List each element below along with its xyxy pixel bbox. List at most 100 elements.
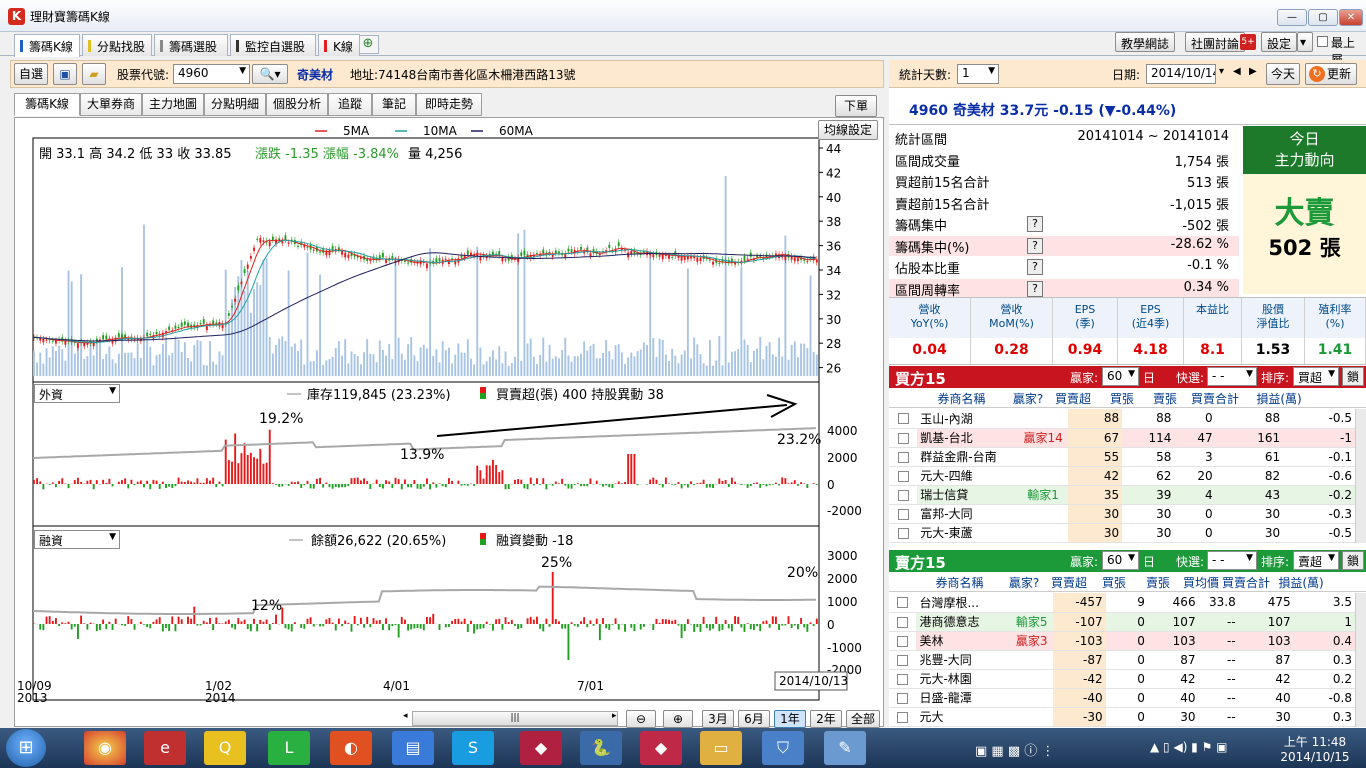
row-checkbox-cell[interactable] — [889, 504, 918, 524]
today-button[interactable]: 今天 — [1266, 63, 1300, 85]
lock-button[interactable]: 鎖 — [1342, 367, 1364, 386]
sort-select[interactable]: 賣超 ▼ — [1293, 551, 1339, 570]
row-checkbox-cell[interactable] — [889, 612, 917, 632]
column-header[interactable]: 買賣合計 — [1184, 390, 1246, 407]
row-checkbox[interactable] — [897, 673, 909, 685]
row-checkbox[interactable] — [897, 470, 909, 482]
quick-select[interactable]: - - ▼ — [1207, 367, 1257, 386]
prev-date-icon[interactable]: ◀ — [1233, 66, 1241, 77]
row-checkbox[interactable] — [897, 508, 909, 520]
sell-scrollbar[interactable] — [1355, 593, 1366, 727]
help-icon[interactable]: ? — [1027, 237, 1043, 254]
column-header[interactable]: 買賣合計 — [1220, 574, 1272, 591]
main-tab[interactable]: K線 — [318, 34, 360, 56]
main-tab[interactable]: 分點找股 — [82, 34, 152, 56]
monitor-icon[interactable]: ▤ — [392, 731, 434, 765]
row-checkbox-cell[interactable] — [889, 593, 917, 613]
scroll-right-icon[interactable]: ▸ — [612, 711, 617, 721]
range-button[interactable]: 3月 — [702, 710, 734, 728]
sub-tab[interactable]: 追蹤 — [328, 93, 372, 116]
column-header[interactable]: 買張 — [1094, 574, 1134, 591]
add-tab-icon[interactable]: ⊕ — [357, 35, 379, 54]
sub-tab[interactable]: 個股分析 — [266, 93, 328, 116]
table-row[interactable]: 元大 -30 0 30 -- 30 0.3 — [889, 707, 1355, 727]
folder-icon[interactable]: ▰ — [82, 63, 106, 85]
column-header[interactable]: 贏家? — [1008, 390, 1048, 407]
row-checkbox[interactable] — [897, 489, 909, 501]
minimize-button[interactable]: — — [1277, 9, 1307, 26]
column-header[interactable]: 損益(萬) — [1272, 574, 1330, 591]
zoom-in-icon[interactable]: ⊕ — [663, 710, 693, 728]
row-checkbox[interactable] — [897, 432, 909, 444]
start-button-icon[interactable]: ⊞ — [6, 729, 46, 767]
row-checkbox-cell[interactable] — [889, 523, 918, 543]
table-row[interactable]: 台灣摩根... -457 9 466 33.8 475 3.5 — [889, 593, 1355, 613]
lock-button[interactable]: 鎖 — [1342, 551, 1364, 570]
maximize-button[interactable]: ▢ — [1308, 9, 1338, 26]
row-checkbox-cell[interactable] — [889, 669, 917, 689]
sub-tab[interactable]: 籌碼K線 — [14, 93, 80, 116]
help-icon[interactable]: ? — [1027, 280, 1043, 297]
sub-tab[interactable]: 筆記 — [372, 93, 416, 116]
column-header[interactable]: 贏家? — [1004, 574, 1044, 591]
row-checkbox[interactable] — [897, 711, 909, 723]
ruby-icon[interactable]: ◆ — [520, 731, 562, 765]
sub-tab[interactable]: 分點明細 — [204, 93, 266, 116]
table-row[interactable]: 元大-東蘆 30 30 0 30 -0.5 — [889, 523, 1355, 543]
row-checkbox-cell[interactable] — [889, 485, 918, 505]
row-checkbox-cell[interactable] — [889, 688, 917, 708]
python-icon[interactable]: 🐍 — [580, 731, 622, 765]
column-header[interactable]: 買賣超 — [1048, 390, 1098, 407]
table-row[interactable]: 元大-林園 -42 0 42 -- 42 0.2 — [889, 669, 1355, 689]
winner-select[interactable]: 60 ▼ — [1102, 551, 1139, 570]
zoom-out-icon[interactable]: ⊖ — [626, 710, 656, 728]
sub-tab[interactable]: 大單券商 — [80, 93, 142, 116]
ruby-icon-2[interactable]: ◆ — [640, 731, 682, 765]
buy-scrollbar[interactable] — [1355, 409, 1366, 543]
date-input[interactable]: 2014/10/14 — [1146, 64, 1216, 84]
quick-select[interactable]: - - ▼ — [1207, 551, 1257, 570]
row-checkbox[interactable] — [897, 527, 909, 539]
row-checkbox[interactable] — [897, 616, 909, 628]
row-checkbox-cell[interactable] — [889, 707, 917, 727]
help-icon[interactable]: ? — [1027, 259, 1043, 275]
table-row[interactable]: 玉山-內湖 88 88 0 88 -0.5 — [889, 409, 1355, 429]
tray-icons[interactable]: ▣ ▦ ▩ ⓘ ⋮ — [975, 740, 1054, 759]
forum-button[interactable]: 教學網誌 — [1115, 32, 1176, 52]
days-select[interactable]: 1 ▼ — [957, 64, 999, 84]
foreign-selector[interactable]: 外資 ▼ — [34, 384, 120, 403]
sub-tab[interactable]: 主力地圖 — [142, 93, 204, 116]
column-header[interactable]: 買賣超 — [1044, 574, 1094, 591]
table-row[interactable]: 凱基-台北 贏家14 67 114 47 161 -1 — [889, 428, 1355, 448]
row-checkbox[interactable] — [897, 692, 909, 704]
save-icon[interactable]: ▣ — [53, 63, 77, 85]
folder-taskbar-icon[interactable]: ▭ — [700, 731, 742, 765]
skype-icon[interactable]: S — [452, 731, 494, 765]
column-header[interactable]: 損益(萬) — [1246, 390, 1312, 407]
row-checkbox[interactable] — [897, 451, 909, 463]
table-row[interactable]: 美林 贏家3 -103 0 103 -- 103 0.4 — [889, 631, 1355, 651]
shield-icon[interactable]: ⛉ — [762, 731, 804, 765]
topmost-checkbox[interactable] — [1317, 36, 1328, 47]
main-tab[interactable]: 籌碼K線 — [14, 34, 80, 57]
watchlist-button[interactable]: 自選 — [14, 63, 48, 85]
help-icon[interactable]: ? — [1027, 216, 1043, 232]
row-checkbox-cell[interactable] — [889, 428, 918, 448]
line-icon[interactable]: L — [268, 731, 310, 765]
paint-icon[interactable]: ✎ — [824, 731, 866, 765]
settings-button[interactable]: 設定 — [1261, 32, 1298, 52]
order-button[interactable]: 下單 — [835, 95, 877, 117]
row-checkbox-cell[interactable] — [889, 447, 918, 467]
margin-selector[interactable]: 融資 ▼ — [34, 530, 120, 549]
column-header[interactable]: 買均價 — [1182, 574, 1220, 591]
winner-select[interactable]: 60 ▼ — [1102, 367, 1139, 386]
settings-dropdown-icon[interactable]: ▾ — [1297, 32, 1313, 52]
search-icon[interactable]: 🔍▾ — [252, 64, 288, 84]
row-checkbox[interactable] — [897, 654, 909, 666]
table-row[interactable]: 富邦-大同 30 30 0 30 -0.3 — [889, 504, 1355, 524]
stock-code-input[interactable]: 4960 ▼ — [173, 64, 250, 84]
column-header[interactable]: 買張 — [1098, 390, 1146, 407]
chrome-icon[interactable]: ◉ — [84, 731, 126, 765]
row-checkbox[interactable] — [897, 635, 909, 647]
table-row[interactable]: 元大-四維 42 62 20 82 -0.6 — [889, 466, 1355, 486]
